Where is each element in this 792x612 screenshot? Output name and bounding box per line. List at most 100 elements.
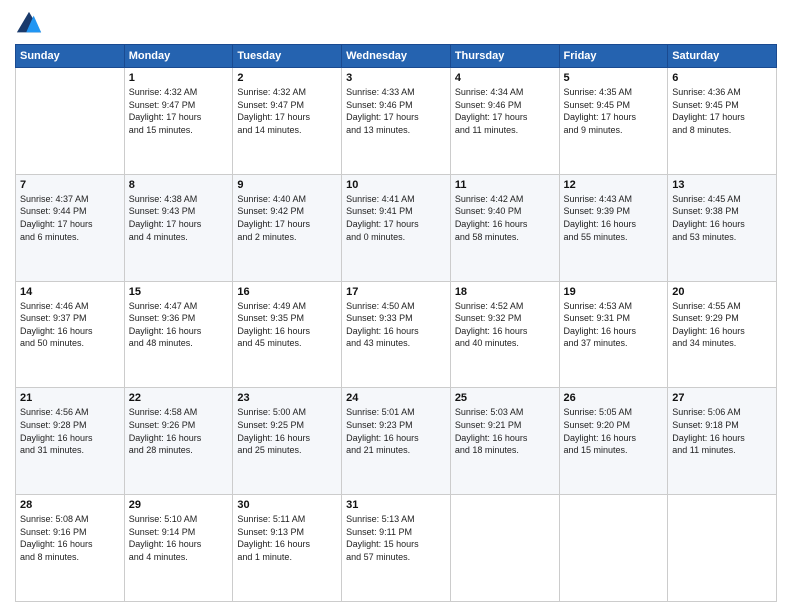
day-info: Sunrise: 4:43 AM Sunset: 9:39 PM Dayligh… — [564, 193, 664, 243]
calendar-cell: 5 Sunrise: 4:35 AM Sunset: 9:45 PM Daylig… — [559, 68, 668, 175]
calendar-cell: 14 Sunrise: 4:46 AM Sunset: 9:37 PM Dayli… — [16, 281, 125, 388]
calendar-cell: 31 Sunrise: 5:13 AM Sunset: 9:11 PM Dayli… — [342, 495, 451, 602]
day-info: Sunrise: 4:40 AM Sunset: 9:42 PM Dayligh… — [237, 193, 337, 243]
logo-icon — [15, 10, 43, 38]
day-info: Sunrise: 4:33 AM Sunset: 9:46 PM Dayligh… — [346, 86, 446, 136]
calendar-week-row: 7 Sunrise: 4:37 AM Sunset: 9:44 PM Daylig… — [16, 174, 777, 281]
calendar-cell: 8 Sunrise: 4:38 AM Sunset: 9:43 PM Daylig… — [124, 174, 233, 281]
calendar-cell: 10 Sunrise: 4:41 AM Sunset: 9:41 PM Dayli… — [342, 174, 451, 281]
calendar-cell: 12 Sunrise: 4:43 AM Sunset: 9:39 PM Dayli… — [559, 174, 668, 281]
header — [15, 10, 777, 38]
weekday-header: Monday — [124, 45, 233, 68]
day-info: Sunrise: 5:06 AM Sunset: 9:18 PM Dayligh… — [672, 406, 772, 456]
day-info: Sunrise: 4:32 AM Sunset: 9:47 PM Dayligh… — [237, 86, 337, 136]
day-info: Sunrise: 4:56 AM Sunset: 9:28 PM Dayligh… — [20, 406, 120, 456]
weekday-row: SundayMondayTuesdayWednesdayThursdayFrid… — [16, 45, 777, 68]
day-info: Sunrise: 4:45 AM Sunset: 9:38 PM Dayligh… — [672, 193, 772, 243]
calendar-cell: 26Sunrise: 5:05 AM Sunset: 9:20 PM Dayli… — [559, 388, 668, 495]
calendar-cell: 11Sunrise: 4:42 AM Sunset: 9:40 PM Dayli… — [450, 174, 559, 281]
weekday-header: Saturday — [668, 45, 777, 68]
day-number: 24 — [346, 392, 446, 404]
day-number: 14 — [20, 286, 120, 298]
day-number: 2 — [237, 72, 337, 84]
calendar-cell: 28Sunrise: 5:08 AM Sunset: 9:16 PM Dayli… — [16, 495, 125, 602]
day-info: Sunrise: 5:11 AM Sunset: 9:13 PM Dayligh… — [237, 513, 337, 563]
calendar-cell: 17 Sunrise: 4:50 AM Sunset: 9:33 PM Dayli… — [342, 281, 451, 388]
calendar-cell: 6 Sunrise: 4:36 AM Sunset: 9:45 PM Daylig… — [668, 68, 777, 175]
day-info: Sunrise: 4:55 AM Sunset: 9:29 PM Dayligh… — [672, 300, 772, 350]
day-info: Sunrise: 4:37 AM Sunset: 9:44 PM Dayligh… — [20, 193, 120, 243]
calendar-cell — [559, 495, 668, 602]
calendar-cell: 18 Sunrise: 4:52 AM Sunset: 9:32 PM Dayli… — [450, 281, 559, 388]
day-number: 21 — [20, 392, 120, 404]
weekday-header: Wednesday — [342, 45, 451, 68]
day-info: Sunrise: 4:42 AM Sunset: 9:40 PM Dayligh… — [455, 193, 555, 243]
calendar-cell: 24 Sunrise: 5:01 AM Sunset: 9:23 PM Dayli… — [342, 388, 451, 495]
day-info: Sunrise: 4:35 AM Sunset: 9:45 PM Dayligh… — [564, 86, 664, 136]
calendar-cell: 21 Sunrise: 4:56 AM Sunset: 9:28 PM Dayli… — [16, 388, 125, 495]
day-info: Sunrise: 4:36 AM Sunset: 9:45 PM Dayligh… — [672, 86, 772, 136]
day-info: Sunrise: 5:03 AM Sunset: 9:21 PM Dayligh… — [455, 406, 555, 456]
day-number: 10 — [346, 179, 446, 191]
weekday-header: Tuesday — [233, 45, 342, 68]
day-number: 12 — [564, 179, 664, 191]
calendar-cell: 15Sunrise: 4:47 AM Sunset: 9:36 PM Dayli… — [124, 281, 233, 388]
day-info: Sunrise: 4:58 AM Sunset: 9:26 PM Dayligh… — [129, 406, 229, 456]
day-number: 13 — [672, 179, 772, 191]
page: SundayMondayTuesdayWednesdayThursdayFrid… — [0, 0, 792, 612]
day-info: Sunrise: 4:32 AM Sunset: 9:47 PM Dayligh… — [129, 86, 229, 136]
day-number: 18 — [455, 286, 555, 298]
calendar-cell: 23 Sunrise: 5:00 AM Sunset: 9:25 PM Dayli… — [233, 388, 342, 495]
day-number: 29 — [129, 499, 229, 511]
day-info: Sunrise: 5:01 AM Sunset: 9:23 PM Dayligh… — [346, 406, 446, 456]
calendar-table: SundayMondayTuesdayWednesdayThursdayFrid… — [15, 44, 777, 602]
day-info: Sunrise: 4:46 AM Sunset: 9:37 PM Dayligh… — [20, 300, 120, 350]
calendar-cell — [16, 68, 125, 175]
day-info: Sunrise: 4:53 AM Sunset: 9:31 PM Dayligh… — [564, 300, 664, 350]
calendar-cell: 9 Sunrise: 4:40 AM Sunset: 9:42 PM Daylig… — [233, 174, 342, 281]
day-number: 28 — [20, 499, 120, 511]
day-info: Sunrise: 5:13 AM Sunset: 9:11 PM Dayligh… — [346, 513, 446, 563]
calendar-cell: 16Sunrise: 4:49 AM Sunset: 9:35 PM Dayli… — [233, 281, 342, 388]
day-number: 20 — [672, 286, 772, 298]
day-number: 6 — [672, 72, 772, 84]
calendar-cell — [668, 495, 777, 602]
calendar-cell: 1Sunrise: 4:32 AM Sunset: 9:47 PM Daylig… — [124, 68, 233, 175]
day-number: 31 — [346, 499, 446, 511]
day-number: 8 — [129, 179, 229, 191]
calendar-cell: 3Sunrise: 4:33 AM Sunset: 9:46 PM Daylig… — [342, 68, 451, 175]
day-number: 4 — [455, 72, 555, 84]
calendar-header: SundayMondayTuesdayWednesdayThursdayFrid… — [16, 45, 777, 68]
day-number: 17 — [346, 286, 446, 298]
day-info: Sunrise: 5:00 AM Sunset: 9:25 PM Dayligh… — [237, 406, 337, 456]
day-number: 25 — [455, 392, 555, 404]
calendar-cell: 20 Sunrise: 4:55 AM Sunset: 9:29 PM Dayli… — [668, 281, 777, 388]
weekday-header: Sunday — [16, 45, 125, 68]
day-info: Sunrise: 4:41 AM Sunset: 9:41 PM Dayligh… — [346, 193, 446, 243]
calendar-cell: 7 Sunrise: 4:37 AM Sunset: 9:44 PM Daylig… — [16, 174, 125, 281]
day-info: Sunrise: 4:38 AM Sunset: 9:43 PM Dayligh… — [129, 193, 229, 243]
calendar-week-row: 14 Sunrise: 4:46 AM Sunset: 9:37 PM Dayli… — [16, 281, 777, 388]
day-number: 7 — [20, 179, 120, 191]
weekday-header: Friday — [559, 45, 668, 68]
day-info: Sunrise: 4:52 AM Sunset: 9:32 PM Dayligh… — [455, 300, 555, 350]
calendar-cell: 2 Sunrise: 4:32 AM Sunset: 9:47 PM Daylig… — [233, 68, 342, 175]
day-number: 23 — [237, 392, 337, 404]
day-info: Sunrise: 4:49 AM Sunset: 9:35 PM Dayligh… — [237, 300, 337, 350]
day-number: 26 — [564, 392, 664, 404]
day-number: 5 — [564, 72, 664, 84]
day-number: 22 — [129, 392, 229, 404]
day-number: 30 — [237, 499, 337, 511]
calendar-body: 1Sunrise: 4:32 AM Sunset: 9:47 PM Daylig… — [16, 68, 777, 602]
day-number: 27 — [672, 392, 772, 404]
weekday-header: Thursday — [450, 45, 559, 68]
calendar-cell: 4Sunrise: 4:34 AM Sunset: 9:46 PM Daylig… — [450, 68, 559, 175]
calendar-cell: 13 Sunrise: 4:45 AM Sunset: 9:38 PM Dayli… — [668, 174, 777, 281]
calendar-cell: 29Sunrise: 5:10 AM Sunset: 9:14 PM Dayli… — [124, 495, 233, 602]
calendar-cell: 27 Sunrise: 5:06 AM Sunset: 9:18 PM Dayli… — [668, 388, 777, 495]
day-number: 19 — [564, 286, 664, 298]
day-info: Sunrise: 4:50 AM Sunset: 9:33 PM Dayligh… — [346, 300, 446, 350]
calendar-cell: 22 Sunrise: 4:58 AM Sunset: 9:26 PM Dayli… — [124, 388, 233, 495]
day-number: 15 — [129, 286, 229, 298]
day-number: 9 — [237, 179, 337, 191]
